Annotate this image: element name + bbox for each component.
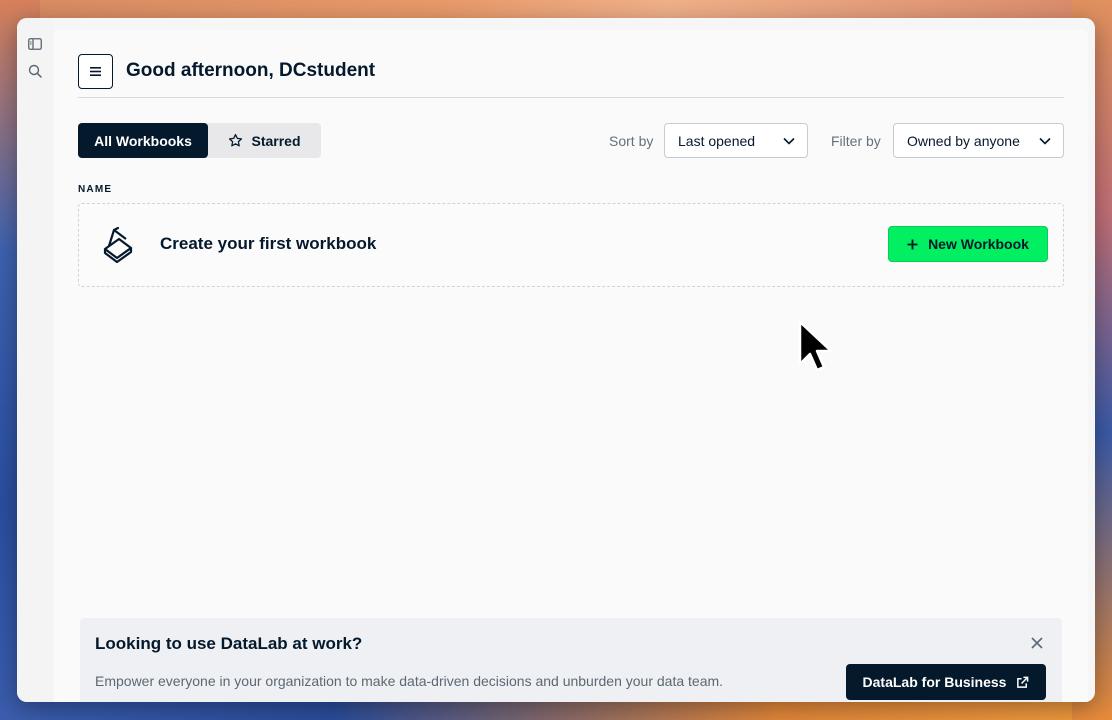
chevron-down-icon [783, 137, 795, 145]
sidebar-toggle-icon[interactable] [26, 35, 44, 53]
external-link-icon [1017, 676, 1029, 688]
new-workbook-label: New Workbook [928, 236, 1029, 252]
banner-title: Looking to use DataLab at work? [95, 634, 363, 653]
app-window: Good afternoon, DCstudent All Workbooks … [17, 18, 1095, 702]
tab-label: All Workbooks [94, 132, 192, 149]
sort-value: Last opened [678, 132, 756, 149]
plus-icon [907, 239, 918, 249]
page-title: Good afternoon, DCstudent [126, 60, 376, 81]
column-header-name: NAME [78, 184, 113, 195]
mouse-cursor-icon [798, 320, 833, 372]
workbook-tabs: All Workbooks Starred [78, 123, 321, 158]
search-icon[interactable] [26, 62, 44, 80]
tab-label: Starred [251, 132, 301, 149]
business-button-label: DataLab for Business [862, 674, 1007, 690]
filter-value: Owned by anyone [907, 132, 1020, 149]
datalab-for-business-button[interactable]: DataLab for Business [846, 664, 1046, 700]
main-content: Good afternoon, DCstudent All Workbooks … [54, 30, 1088, 702]
menu-icon [90, 67, 101, 76]
tab-starred[interactable]: Starred [208, 123, 321, 158]
sort-label: Sort by [609, 133, 654, 149]
empty-state-message: Create your first workbook [160, 234, 377, 253]
close-icon[interactable] [1030, 636, 1044, 650]
side-rail [17, 18, 53, 702]
sort-select[interactable]: Last opened [664, 123, 808, 158]
filter-label: Filter by [831, 133, 881, 149]
star-icon [229, 133, 243, 147]
tab-all-workbooks[interactable]: All Workbooks [78, 123, 208, 158]
business-promo-banner: Looking to use DataLab at work? Empower … [80, 618, 1062, 702]
menu-button[interactable] [78, 54, 113, 89]
empty-workbook-card: Create your first workbook New Workbook [78, 203, 1064, 287]
filter-select[interactable]: Owned by anyone [893, 123, 1064, 158]
banner-description: Empower everyone in your organization to… [95, 673, 724, 689]
page-header: Good afternoon, DCstudent [78, 54, 1064, 98]
laptop-icon [103, 226, 133, 264]
new-workbook-button[interactable]: New Workbook [888, 226, 1048, 262]
chevron-down-icon [1039, 137, 1051, 145]
